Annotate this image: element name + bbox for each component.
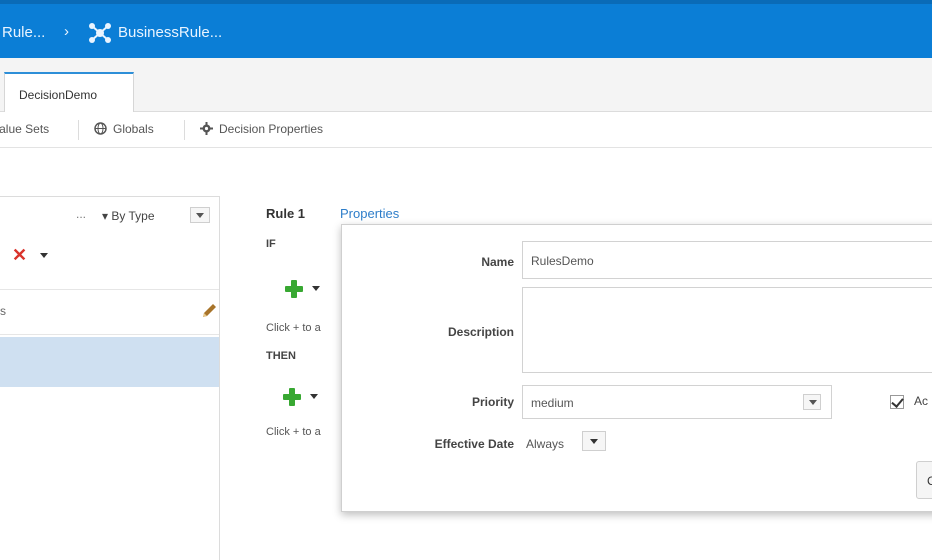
toolbar-divider xyxy=(184,120,185,140)
description-label: Description xyxy=(447,325,514,339)
gear-icon xyxy=(200,122,213,135)
rules-list-panel: ... ▾ By Type ✕ s xyxy=(0,196,220,560)
globals-label: Globals xyxy=(113,122,154,136)
value-sets-button[interactable]: Value Sets xyxy=(0,122,49,136)
globe-icon xyxy=(94,122,107,135)
effective-date-dropdown[interactable] xyxy=(582,431,606,451)
business-rule-icon xyxy=(89,23,111,43)
delete-menu-caret-icon[interactable] xyxy=(40,253,48,258)
app-header: Rule... › BusinessRule... xyxy=(0,0,932,58)
tab-strip: DecisionDemo xyxy=(0,58,932,113)
add-action-button[interactable] xyxy=(282,387,322,409)
sort-by-type[interactable]: ▾ By Type xyxy=(102,209,155,223)
name-input[interactable]: RulesDemo xyxy=(522,241,932,279)
chevron-down-icon xyxy=(312,286,320,291)
priority-select[interactable]: medium xyxy=(522,385,832,419)
toolbar: Value Sets Globals Decision Properties xyxy=(0,112,932,148)
effective-date-value: Always xyxy=(526,437,565,451)
sort-caret-icon: ▾ xyxy=(102,209,112,223)
breadcrumb-item-business-rule[interactable]: BusinessRule... xyxy=(118,24,222,41)
rule-title: Rule 1 xyxy=(266,206,306,221)
globals-button[interactable]: Globals xyxy=(94,122,154,136)
chevron-down-icon xyxy=(310,394,318,399)
rule-properties-popup: Name RulesDemo Description Priority medi… xyxy=(341,224,932,512)
tab-label: DecisionDemo xyxy=(19,88,98,102)
description-textarea[interactable] xyxy=(522,287,932,373)
chevron-down-icon xyxy=(803,394,821,410)
active-checkbox[interactable] xyxy=(890,395,904,409)
toolbar-divider xyxy=(78,120,79,140)
add-condition-button[interactable] xyxy=(284,279,324,301)
breadcrumb-item-rules[interactable]: Rule... xyxy=(2,24,45,41)
plus-icon xyxy=(282,387,302,407)
more-options[interactable]: ... xyxy=(76,207,86,221)
breadcrumb-separator: › xyxy=(64,23,69,40)
priority-value: medium xyxy=(531,396,574,410)
properties-link[interactable]: Properties xyxy=(340,206,399,221)
plus-icon xyxy=(284,279,304,299)
sort-by-type-label: By Type xyxy=(111,209,155,223)
name-label: Name xyxy=(481,255,514,269)
list-item-label: s xyxy=(0,304,6,318)
list-item[interactable]: s xyxy=(0,289,219,335)
name-value: RulesDemo xyxy=(531,254,594,268)
delete-icon[interactable]: ✕ xyxy=(12,245,27,266)
decision-properties-button[interactable]: Decision Properties xyxy=(200,122,323,136)
close-button[interactable]: C xyxy=(916,461,932,499)
decision-properties-label: Decision Properties xyxy=(219,122,324,136)
sort-dropdown-toggle[interactable] xyxy=(190,207,210,223)
effective-date-label: Effective Date xyxy=(434,437,514,451)
active-label: Ac xyxy=(914,394,929,408)
add-condition-hint: Click + to a xyxy=(266,322,321,334)
add-action-hint: Click + to a xyxy=(266,426,321,438)
if-label: IF xyxy=(266,238,276,250)
priority-label: Priority xyxy=(471,395,514,409)
close-button-label: C xyxy=(927,474,932,488)
tab-decision-demo[interactable]: DecisionDemo xyxy=(4,72,134,113)
selected-list-item[interactable] xyxy=(0,337,219,387)
pencil-icon[interactable] xyxy=(200,302,218,320)
then-label: THEN xyxy=(266,350,296,362)
